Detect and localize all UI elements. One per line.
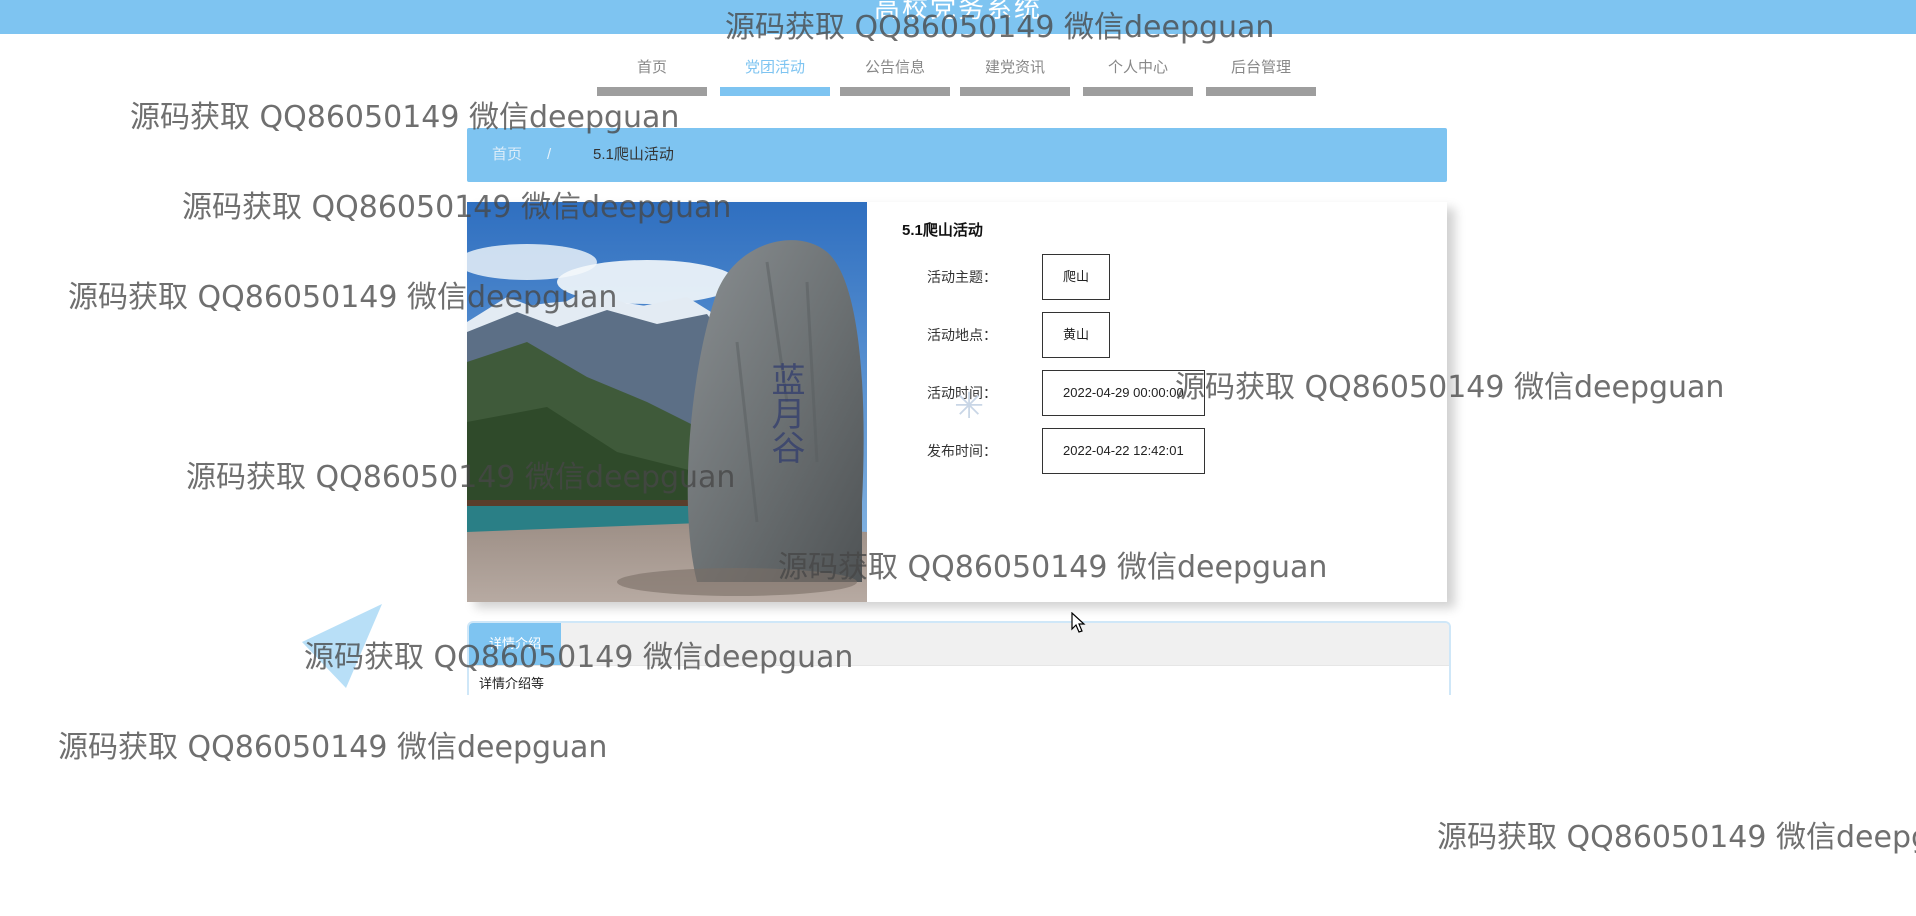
nav-label: 首页 — [636, 59, 667, 76]
nav-underline — [840, 87, 950, 96]
field-value: 爬山 — [1042, 254, 1111, 300]
nav-label: 公告信息 — [864, 59, 925, 76]
field-label: 活动主题： — [927, 269, 997, 285]
loading-spinner-icon: ✳ — [954, 385, 985, 426]
nav-party-news[interactable]: 建党资讯 — [960, 50, 1070, 96]
nav-announcements[interactable]: 公告信息 — [840, 50, 950, 96]
tab-strip — [469, 623, 1449, 665]
mouse-cursor-icon — [1071, 612, 1086, 633]
nav-label: 党团活动 — [744, 59, 805, 76]
nav-label: 后台管理 — [1230, 59, 1291, 76]
mountain-landscape-photo-icon: 蓝月谷 — [467, 202, 867, 602]
breadcrumb-separator: / — [547, 146, 552, 163]
activity-detail-card: 蓝月谷 5.1爬山活动 活动主题： 爬山 活动地点： 黄山 活动时间： 2022… — [467, 202, 1447, 602]
tab-detail-intro[interactable]: 详情介绍 — [469, 623, 561, 665]
nav-label: 个人中心 — [1107, 59, 1168, 76]
nav-home[interactable]: 首页 — [597, 50, 707, 96]
watermark-text: 源码获取 QQ86050149 微信deepguan — [58, 730, 608, 765]
field-label: 活动地点： — [927, 327, 997, 343]
breadcrumb-current: 5.1爬山活动 — [593, 146, 674, 163]
nav-personal-center[interactable]: 个人中心 — [1083, 50, 1193, 96]
detail-content-text: 详情介绍等 — [479, 676, 545, 691]
detail-tabs-panel: 详情介绍 详情介绍等 — [467, 621, 1451, 695]
nav-underline — [597, 87, 707, 96]
breadcrumb-home-link[interactable]: 首页 — [492, 128, 522, 182]
field-value: 黄山 — [1042, 312, 1111, 358]
nav-label: 建党资讯 — [984, 59, 1045, 76]
field-value: 2022-04-29 00:00:00 — [1042, 370, 1205, 416]
nav-party-activities[interactable]: 党团活动 — [720, 50, 830, 96]
field-value: 2022-04-22 12:42:01 — [1042, 428, 1205, 474]
tab-divider — [469, 665, 1449, 666]
top-banner: 高校党务系统 — [0, 0, 1916, 34]
svg-text:蓝月谷: 蓝月谷 — [765, 362, 805, 464]
nav-underline — [1206, 87, 1316, 96]
activity-photo: 蓝月谷 — [467, 202, 867, 602]
nav-underline — [720, 87, 830, 96]
nav-admin[interactable]: 后台管理 — [1206, 50, 1316, 96]
breadcrumb: 首页 / 5.1爬山活动 — [467, 128, 1447, 182]
activity-title: 5.1爬山活动 — [902, 222, 983, 239]
nav-underline — [960, 87, 1070, 96]
decorative-triangle-icon — [302, 604, 382, 688]
watermark-text: 源码获取 QQ86050149 微信deepg — [1437, 820, 1916, 855]
field-label: 发布时间： — [927, 443, 997, 459]
nav-underline — [1083, 87, 1193, 96]
site-title: 高校党务系统 — [873, 0, 1042, 23]
